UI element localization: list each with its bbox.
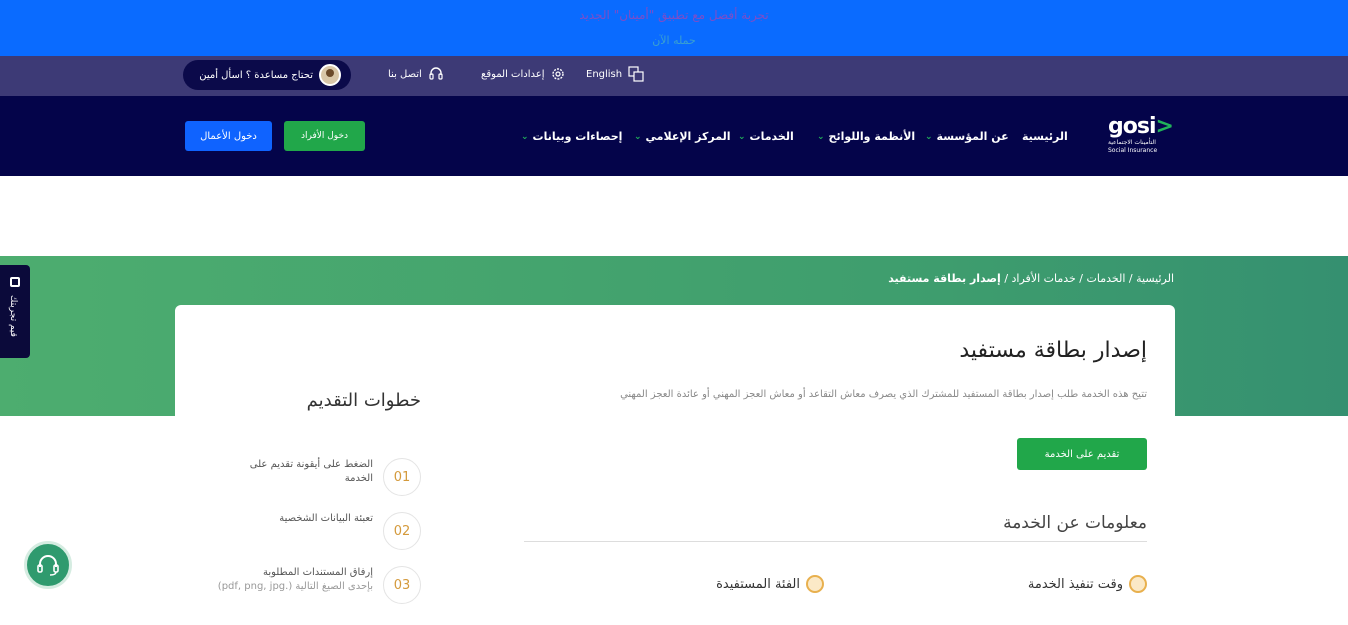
utility-bar: تحتاج مساعدة ؟ اسأل أمين اتصل بنا إعدادا… (0, 56, 1348, 96)
logo-subtitle-ar: التأمينات الاجتماعية (1108, 139, 1156, 146)
app-promo-banner[interactable]: تجربة أفضل مع تطبيق "أمينان" الجديد حمله… (0, 0, 1348, 56)
step-number: 03 (383, 566, 421, 604)
site-settings-link[interactable]: إعدادات الموقع (481, 66, 566, 82)
chevron-down-icon: ⌄ (817, 131, 825, 142)
headset-icon (37, 555, 59, 576)
contact-us-label: اتصل بنا (388, 68, 422, 80)
nav-item-services-label: الخدمات (749, 130, 794, 143)
breadcrumb-separator: / (1075, 272, 1087, 285)
contact-us-link[interactable]: اتصل بنا (388, 66, 444, 82)
steps-title: خطوات التقديم (306, 390, 421, 411)
info-item-label: وقت تنفيذ الخدمة (1027, 576, 1123, 592)
nav-item-about[interactable]: عن المؤسسة ⌄ (925, 130, 1009, 143)
language-label: English (586, 68, 623, 80)
support-chat-button[interactable] (24, 541, 72, 589)
chevron-down-icon: ⌄ (925, 131, 933, 142)
nav-item-services[interactable]: الخدمات ⌄ (738, 130, 794, 143)
feedback-side-tab[interactable]: قيم تجربتك (0, 265, 30, 358)
nav-item-regulations[interactable]: الأنظمة واللوائح ⌄ (817, 130, 915, 143)
banner-download-link[interactable]: حمله الآن (0, 34, 1348, 47)
service-description: تتيح هذه الخدمة طلب إصدار بطاقة المستفيد… (620, 389, 1147, 400)
translate-icon (628, 66, 644, 82)
language-switch[interactable]: English (586, 66, 644, 82)
page-title: إصدار بطاقة مستفيد (959, 338, 1147, 363)
ask-ameen-label: تحتاج مساعدة ؟ اسأل أمين (199, 69, 313, 81)
chevron-down-icon: ⌄ (738, 131, 746, 142)
feedback-icon (10, 277, 20, 287)
nav-item-statistics-label: إحصاءات وبيانات (532, 130, 623, 143)
logo-subtitle-en: Social Insurance (1108, 147, 1158, 154)
divider (524, 541, 1147, 542)
logo-wordmark: gosi (1108, 114, 1156, 139)
nav-item-media-center-label: المركز الإعلامي (645, 130, 731, 143)
step-item: 01 الضغط على أيقونة تقديم على الخدمة (243, 458, 421, 496)
site-settings-label: إعدادات الموقع (481, 68, 545, 80)
info-item-execution-time: وقت تنفيذ الخدمة (1028, 575, 1147, 593)
nav-item-regulations-label: الأنظمة واللوائح (828, 130, 916, 143)
breadcrumb-home[interactable]: الرئيسية (1136, 272, 1174, 285)
logo-chevron-icon: > (1155, 114, 1174, 139)
step-text: الضغط على أيقونة تقديم على الخدمة (249, 459, 373, 484)
breadcrumb-current: إصدار بطاقة مستفيد (888, 272, 1001, 285)
chevron-down-icon: ⌄ (634, 131, 642, 142)
nav-item-media-center[interactable]: المركز الإعلامي ⌄ (634, 130, 731, 143)
info-item-label: الفئة المستفيدة (716, 576, 800, 592)
feedback-label: قيم تجربتك (8, 295, 18, 337)
main-navigation: gosi> التأمينات الاجتماعية Social Insura… (0, 96, 1348, 176)
ameen-avatar (319, 64, 341, 86)
step-item: 02 تعبئة البيانات الشخصية (243, 512, 421, 550)
gear-icon (552, 68, 565, 80)
apply-service-button[interactable]: تقديم على الخدمة (1017, 438, 1147, 470)
step-text: تعبئة البيانات الشخصية (279, 513, 373, 524)
users-icon (806, 575, 824, 593)
nav-item-home-label: الرئيسية (1022, 130, 1068, 143)
gosi-logo[interactable]: gosi> التأمينات الاجتماعية Social Insura… (1108, 114, 1178, 158)
service-info-title: معلومات عن الخدمة (1003, 513, 1147, 533)
step-number: 01 (383, 458, 421, 496)
nav-item-statistics[interactable]: إحصاءات وبيانات ⌄ (521, 130, 622, 143)
breadcrumb: الرئيسية / الخدمات / خدمات الأفراد / إصد… (888, 272, 1174, 285)
step-subtext: بإحدى الصيغ التالية (.pdf, png, jpg) (217, 581, 373, 592)
info-item-beneficiary: الفئة المستفيدة (716, 575, 824, 593)
nav-item-about-label: عن المؤسسة (936, 130, 1009, 143)
breadcrumb-services[interactable]: الخدمات (1087, 272, 1126, 285)
business-login-button[interactable]: دخول الأعمال (185, 121, 272, 151)
ask-ameen-button[interactable]: تحتاج مساعدة ؟ اسأل أمين (183, 60, 351, 90)
nav-item-home[interactable]: الرئيسية (1022, 130, 1068, 143)
step-number: 02 (383, 512, 421, 550)
individuals-login-button[interactable]: دخول الأفراد (284, 121, 365, 151)
headset-icon (429, 67, 443, 80)
step-item: 03 إرفاق المستندات المطلوبة بإحدى الصيغ … (213, 566, 421, 604)
banner-message: تجربة أفضل مع تطبيق "أمينان" الجديد (579, 8, 769, 22)
chevron-down-icon: ⌄ (521, 131, 529, 142)
step-text: إرفاق المستندات المطلوبة (263, 567, 373, 578)
breadcrumb-individual-services[interactable]: خدمات الأفراد (1012, 272, 1076, 285)
breadcrumb-separator: / (1125, 272, 1137, 285)
clock-icon (1129, 575, 1147, 593)
breadcrumb-separator: / (1000, 272, 1012, 285)
